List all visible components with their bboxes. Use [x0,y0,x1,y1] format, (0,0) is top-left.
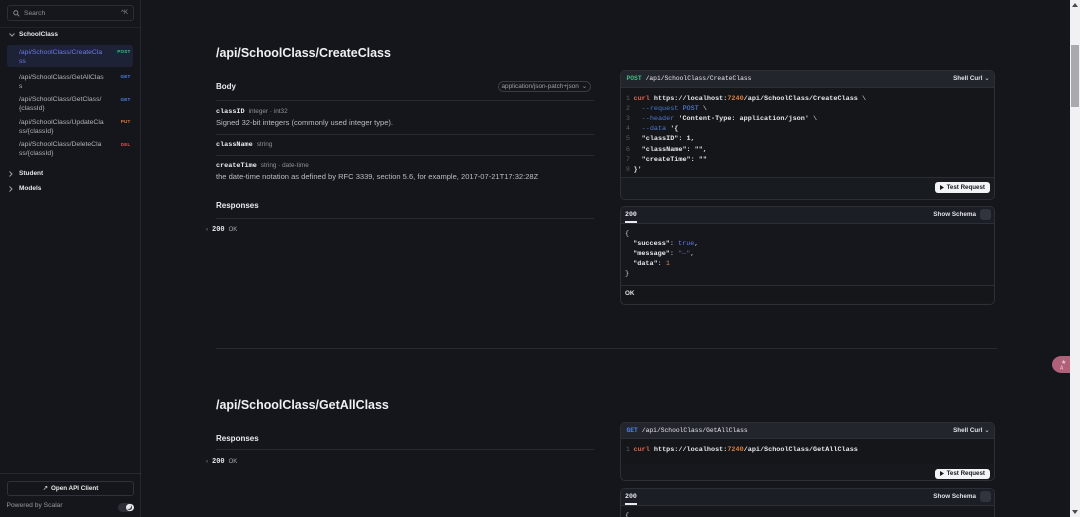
svg-text:A: A [1060,366,1064,372]
